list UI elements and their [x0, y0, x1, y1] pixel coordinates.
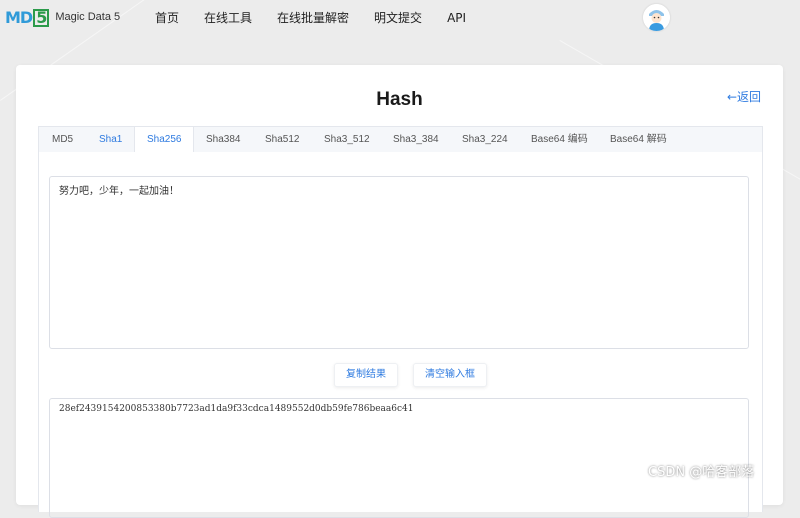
nav-online-tools[interactable]: 在线工具: [204, 10, 252, 26]
user-avatar[interactable]: [643, 4, 670, 31]
top-navigation-bar: MD5 Magic Data 5 首页 在线工具 在线批量解密 明文提交 API: [0, 0, 800, 36]
nav-batch-decrypt[interactable]: 在线批量解密: [277, 10, 349, 26]
nav-plaintext-submit[interactable]: 明文提交: [374, 10, 422, 26]
avatar-icon: [643, 4, 670, 31]
tab-sha1[interactable]: Sha1: [99, 127, 122, 153]
hash-card: Hash ←返回 MD5 Sha1 Sha256 Sha384 Sha512 S…: [16, 65, 783, 505]
tab-sha512[interactable]: Sha512: [265, 127, 299, 153]
watermark: CSDN @哈客部落: [648, 461, 754, 480]
tab-sha3-384[interactable]: Sha3_384: [393, 127, 439, 153]
clear-input-button[interactable]: 清空输入框: [413, 363, 487, 387]
page-title: Hash: [16, 89, 783, 111]
tab-sha256[interactable]: Sha256: [134, 127, 194, 154]
tab-base64-decode[interactable]: Base64 解码: [610, 127, 667, 153]
nav-home[interactable]: 首页: [155, 10, 179, 26]
logo-mark: MD5: [5, 8, 49, 27]
hash-tabs: MD5 Sha1 Sha256 Sha384 Sha512 Sha3_512 S…: [38, 126, 763, 154]
hash-input-textarea[interactable]: 努力吧，少年，一起加油！: [49, 176, 749, 349]
back-link[interactable]: ←返回: [727, 88, 761, 105]
tab-md5[interactable]: MD5: [52, 127, 73, 153]
copy-result-button[interactable]: 复制结果: [334, 363, 398, 387]
tab-sha3-224[interactable]: Sha3_224: [462, 127, 508, 153]
tab-base64-encode[interactable]: Base64 编码: [531, 127, 588, 153]
nav-api[interactable]: API: [447, 10, 466, 26]
logo-text: Magic Data 5: [55, 11, 120, 23]
tab-sha384[interactable]: Sha384: [206, 127, 240, 153]
site-logo[interactable]: MD5 Magic Data 5: [5, 6, 120, 28]
main-nav: 首页 在线工具 在线批量解密 明文提交 API: [155, 10, 491, 26]
tab-sha3-512[interactable]: Sha3_512: [324, 127, 370, 153]
hash-output-textarea[interactable]: 28ef2439154200853380b7723ad1da9f33cdca14…: [49, 398, 749, 518]
